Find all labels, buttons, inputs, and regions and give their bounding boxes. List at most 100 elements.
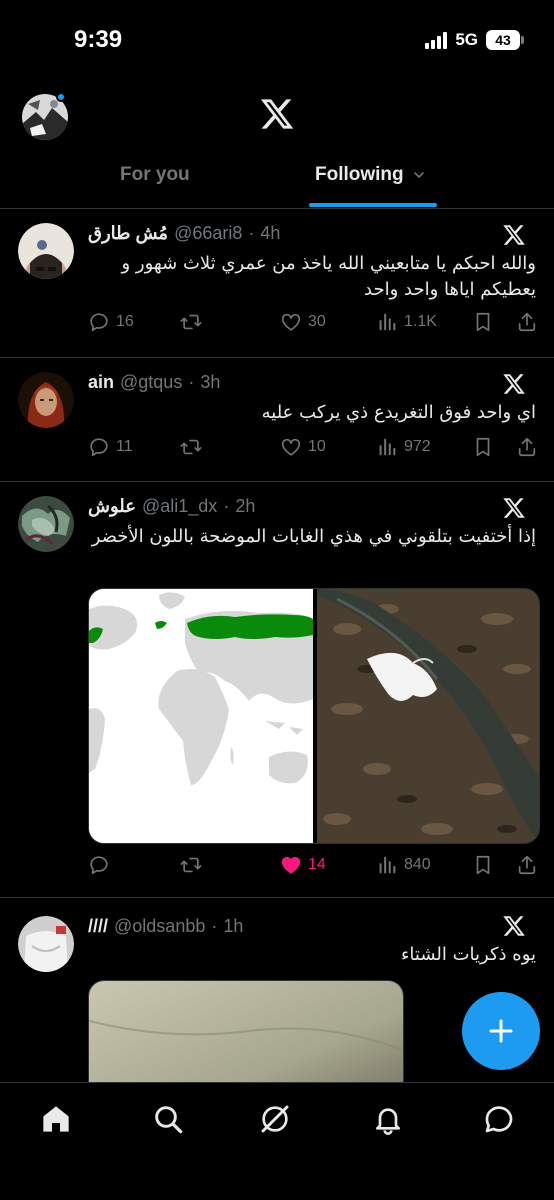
views-icon — [379, 856, 396, 874]
signal-icon — [425, 31, 448, 49]
repost-button[interactable] — [180, 436, 202, 458]
views-button[interactable]: 1.1K — [376, 311, 437, 333]
reply-count: 11 — [116, 438, 133, 455]
views-icon — [379, 313, 396, 331]
notifications-icon[interactable] — [372, 1103, 404, 1135]
like-button[interactable]: 14 — [280, 854, 326, 876]
status-icons: 5G 43 — [425, 30, 524, 50]
post-avatar[interactable] — [18, 496, 74, 552]
post-media-grid[interactable] — [88, 588, 540, 844]
post-header: مُش طارق @66ari8 · 4h — [88, 223, 281, 244]
post-time: 2h — [235, 496, 256, 516]
reply-button[interactable]: 16 — [88, 311, 134, 333]
post-handle[interactable]: @ali1_dx — [142, 496, 217, 517]
x-logo-icon — [503, 374, 525, 394]
post-header: //// @oldsanbb · 1h — [88, 916, 244, 937]
bookmark-icon — [476, 437, 490, 457]
x-logo-icon — [503, 225, 525, 245]
home-icon[interactable] — [40, 1103, 72, 1135]
status-bar: 9:39 5G 43 — [0, 0, 554, 80]
post-actions: 11 10 972 — [88, 436, 540, 466]
heart-icon — [281, 438, 301, 456]
share-icon — [518, 855, 536, 875]
reply-icon — [90, 438, 108, 457]
like-count: 14 — [308, 856, 326, 873]
forest-photo-image — [317, 589, 539, 843]
notification-dot — [56, 92, 66, 102]
like-count: 10 — [308, 438, 326, 455]
status-time: 9:39 — [74, 26, 123, 53]
reply-icon — [90, 856, 108, 875]
battery-icon: 43 — [486, 30, 524, 50]
post-header: علوش @ali1_dx · 2h — [88, 496, 256, 517]
repost-icon — [180, 857, 202, 873]
like-count: 30 — [308, 313, 326, 330]
post-author-name[interactable]: علوش — [88, 496, 136, 517]
repost-button[interactable] — [180, 854, 202, 876]
reply-button[interactable]: 11 — [88, 436, 133, 458]
post-handle[interactable]: @gtqus — [120, 372, 182, 393]
bottom-navigation — [0, 1082, 554, 1200]
post-media-photo[interactable] — [317, 589, 539, 843]
post-avatar[interactable] — [18, 916, 74, 972]
heart-filled-icon — [281, 856, 301, 874]
like-button[interactable]: 30 — [280, 311, 326, 333]
tab-for-you[interactable]: For you — [120, 164, 190, 186]
repost-icon — [180, 314, 202, 330]
share-button[interactable] — [516, 311, 538, 333]
timeline-tabs — [0, 150, 554, 210]
post-text: إذا أختفيت بتلقوني في هذي الغابات الموضح… — [91, 526, 536, 547]
post-header: ain @gtqus · 3h — [88, 372, 221, 393]
post-media-photo[interactable] — [88, 980, 404, 1082]
post-time: 4h — [260, 223, 281, 243]
post-card[interactable]: علوش @ali1_dx · 2h إذا أختفيت بتلقوني في… — [0, 482, 554, 898]
reply-button[interactable] — [88, 854, 116, 876]
post-author-name[interactable]: //// — [88, 916, 108, 937]
post-media-map[interactable] — [89, 589, 313, 843]
post-card[interactable]: مُش طارق @66ari8 · 4h والله احبكم يا متا… — [0, 209, 554, 358]
bookmark-button[interactable] — [472, 311, 494, 333]
repost-icon — [180, 439, 202, 455]
post-author-name[interactable]: مُش طارق — [88, 223, 168, 244]
post-avatar[interactable] — [18, 223, 74, 279]
post-handle[interactable]: @oldsanbb — [114, 916, 205, 937]
views-button[interactable]: 840 — [376, 854, 431, 876]
bookmark-icon — [476, 312, 490, 332]
repost-button[interactable] — [180, 311, 202, 333]
grok-icon[interactable] — [259, 1103, 291, 1135]
tab-active-indicator — [309, 203, 437, 207]
views-button[interactable]: 972 — [376, 436, 431, 458]
share-button[interactable] — [516, 854, 538, 876]
post-avatar[interactable] — [18, 372, 74, 428]
heart-icon — [281, 313, 301, 331]
plus-icon — [489, 1019, 513, 1043]
post-time: 3h — [200, 372, 221, 392]
post-actions: 14 840 — [88, 854, 540, 884]
tab-following-label: Following — [315, 164, 404, 185]
like-button[interactable]: 10 — [280, 436, 326, 458]
x-logo-icon — [503, 916, 525, 936]
post-photo-image — [89, 981, 403, 1082]
post-actions: 16 30 1.1K — [88, 311, 540, 341]
x-logo-icon — [503, 498, 525, 518]
share-icon — [518, 437, 536, 457]
compose-post-button[interactable] — [462, 992, 540, 1070]
bookmark-button[interactable] — [472, 854, 494, 876]
tab-following[interactable]: Following — [315, 164, 426, 186]
view-count: 972 — [404, 438, 431, 455]
share-icon — [518, 312, 536, 332]
views-icon — [379, 438, 396, 456]
reply-count: 16 — [116, 313, 134, 330]
post-text: اي واحد فوق التغريدع ذي يركب عليه — [261, 402, 536, 423]
post-handle[interactable]: @66ari8 — [174, 223, 242, 244]
share-button[interactable] — [516, 436, 538, 458]
post-card[interactable]: ain @gtqus · 3h اي واحد فوق التغريدع ذي … — [0, 358, 554, 482]
x-logo-icon — [260, 99, 294, 129]
messages-icon[interactable] — [483, 1103, 515, 1135]
world-map-image — [89, 589, 313, 843]
view-count: 1.1K — [404, 313, 437, 330]
bookmark-button[interactable] — [472, 436, 494, 458]
post-text: والله احبكم يا متابعيني الله ياخذ من عمر… — [121, 253, 536, 300]
post-author-name[interactable]: ain — [88, 372, 114, 393]
search-icon[interactable] — [152, 1103, 184, 1135]
